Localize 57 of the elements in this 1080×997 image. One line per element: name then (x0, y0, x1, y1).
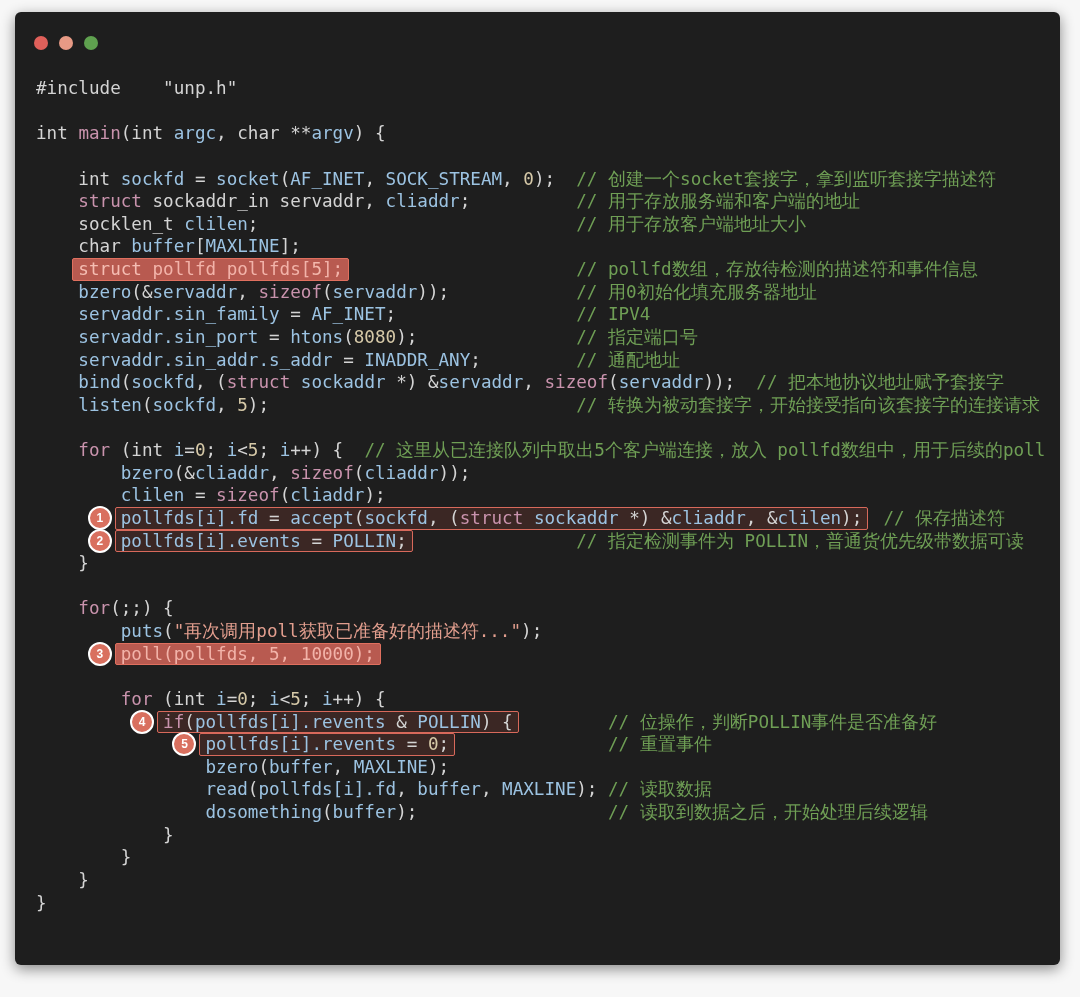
code-comment: // 把本地协议地址赋予套接字 (756, 372, 1005, 393)
minimize-button[interactable] (59, 36, 73, 50)
code-text: char buffer[MAXLINE]; (78, 236, 301, 257)
code-text: servaddr.sin_addr.s_addr = INADDR_ANY; (78, 349, 481, 370)
code-text: bzero(&cliaddr, sizeof(cliaddr)); (120, 462, 471, 483)
highlight-box: struct pollfd pollfds[5]; (72, 258, 350, 281)
code-text: puts("再次调用poll获取已准备好的描述符..."); (120, 621, 543, 641)
number-badge: 3 (87, 641, 112, 666)
code-text: #include "unp.h" (36, 78, 238, 98)
code-text: bzero(&servaddr, sizeof(servaddr)); (78, 281, 450, 302)
code-text: read(pollfds[i].fd, buffer, MAXLINE); (205, 779, 598, 800)
code-text: for(;;) { (78, 598, 174, 619)
code-text: int sockfd = socket(AF_INET, SOCK_STREAM, 0); (78, 168, 556, 189)
code-text: for (int i=0; i<5; i++) { (120, 688, 386, 709)
number-badge: 2 (87, 528, 112, 553)
highlight-box: poll(pollfds, 5, 10000); (114, 642, 381, 666)
highlight-box: pollfds[i].events = POLLIN; (114, 529, 413, 553)
code-comment: // IPV4 (576, 304, 651, 325)
code-text: } (163, 824, 174, 845)
code-comment: // 位操作，判断POLLIN事件是否准备好 (608, 711, 938, 732)
code-text: struct sockaddr_in servaddr, cliaddr; (78, 191, 471, 212)
code-comment: // 指定检测事件为 POLLIN，普通货优先级带数据可读 (576, 530, 1025, 551)
code-comment: // 保存描述符 (883, 507, 1006, 528)
number-badge: 1 (87, 505, 112, 530)
code-comment: // 读取到数据之后，开始处理后续逻辑 (608, 802, 928, 822)
code-comment: // 这里从已连接队列中取出5个客户端连接，放入 pollfd数组中，用于后续的poll (364, 440, 1046, 460)
code-comment: // 读取数据 (608, 779, 712, 800)
code-comment: // 用0初始化填充服务器地址 (576, 281, 817, 302)
code-text: servaddr.sin_port = htons(8080); (78, 326, 418, 347)
code-text: servaddr.sin_family = AF_INET; (78, 304, 397, 325)
code-text: socklen_t clilen; (78, 213, 259, 234)
code-comment: // 创建一个socket套接字，拿到监听套接字描述符 (576, 168, 996, 189)
code-text: } (78, 553, 89, 574)
highlight-box: if(pollfds[i].revents & POLLIN) { (157, 710, 519, 734)
code-comment: // 用于存放服务端和客户端的地址 (576, 191, 860, 212)
code-comment: // 重置事件 (608, 734, 712, 755)
number-badge: 5 (172, 732, 197, 757)
close-button[interactable] (34, 36, 48, 50)
zoom-button[interactable] (84, 36, 98, 50)
code-comment: // 用于存放客户端地址大小 (576, 213, 806, 234)
code-comment: // 转换为被动套接字，开始接受指向该套接字的连接请求 (576, 394, 1040, 415)
highlight-box: pollfds[i].fd = accept(sockfd, (struct sockaddr *) &cliaddr, &clilen); (114, 506, 869, 530)
code-comment: // pollfd数组，存放待检测的描述符和事件信息 (576, 259, 978, 279)
code-text: } (120, 847, 132, 868)
code-text: listen(sockfd, 5); (78, 394, 270, 415)
number-badge: 4 (130, 709, 155, 734)
code-text: for (int i=0; i<5; i++) { (78, 440, 344, 460)
code-text: dosomething(buffer); (205, 802, 418, 822)
highlight-box: pollfds[i].revents = 0; (199, 733, 456, 756)
code-text: bzero(buffer, MAXLINE); (205, 756, 450, 777)
code-text: bind(sockfd, (struct sockaddr *) &servaddr, sizeof(servaddr)); (78, 372, 736, 393)
code-comment: // 指定端口号 (576, 326, 698, 347)
code-text: } (78, 869, 89, 890)
code-comment: // 通配地址 (576, 349, 680, 370)
code-text: int main(int argc, char **argv) { (36, 123, 386, 144)
code-text: clilen = sizeof(cliaddr); (120, 485, 386, 506)
code-text: } (36, 892, 47, 913)
